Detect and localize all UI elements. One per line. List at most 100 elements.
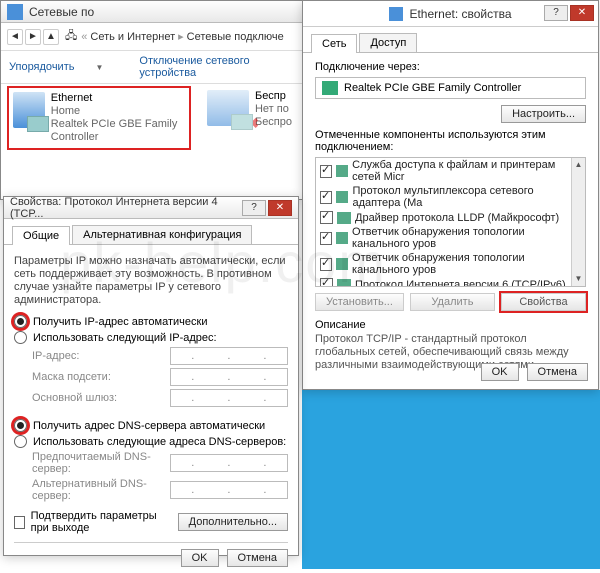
component-item[interactable]: Протокол мультиплексора сетевого адаптер…: [316, 184, 585, 210]
toolbar: Упорядочить▼ Отключение сетевого устройс…: [1, 51, 302, 84]
advanced-button[interactable]: Дополнительно...: [178, 513, 288, 531]
radio-auto-ip[interactable]: Получить IP-адрес автоматически: [14, 315, 288, 328]
protocol-icon: [337, 212, 351, 224]
components-listbox[interactable]: Служба доступа к файлам и принтерам сете…: [315, 157, 586, 287]
radio-auto-dns[interactable]: Получить адрес DNS-сервера автоматически: [14, 419, 288, 432]
nic-icon: [322, 81, 338, 95]
adapter-name: Ethernet: [51, 92, 185, 105]
adapter-status: Нет по: [255, 103, 292, 116]
cancel-button[interactable]: Отмена: [227, 549, 288, 567]
tab-general[interactable]: Общие: [12, 226, 70, 245]
gateway-input[interactable]: ...: [170, 389, 288, 407]
window-title: Ethernet: свойства: [409, 7, 511, 21]
tab-access[interactable]: Доступ: [359, 33, 417, 52]
net-icon: 🖧: [65, 27, 77, 46]
dns2-label: Альтернативный DNS-сервер:: [32, 478, 170, 502]
adapter-status: Home: [51, 105, 185, 118]
radio-icon[interactable]: [14, 435, 27, 448]
crumb-connections[interactable]: Сетевые подключе: [187, 31, 284, 43]
checkbox[interactable]: [320, 191, 332, 204]
ip-label: IP-адрес:: [32, 350, 170, 362]
back-button[interactable]: ◄: [7, 29, 23, 45]
controller-field: Realtek PCIe GBE Family Controller: [315, 77, 586, 99]
cancel-button[interactable]: Отмена: [527, 363, 588, 381]
connect-via-label: Подключение через:: [315, 61, 586, 73]
description-label: Описание: [315, 319, 586, 331]
breadcrumb[interactable]: ◄ ► ▲ 🖧 « Сеть и Интернет ▸ Сетевые подк…: [1, 23, 302, 51]
adapter-ethernet[interactable]: Ethernet Home Realtek PCIe GBE Family Co…: [11, 90, 187, 146]
mask-input[interactable]: ...: [170, 368, 288, 386]
protocol-icon: [336, 232, 348, 244]
dns1-input[interactable]: ...: [170, 454, 288, 472]
controller-name: Realtek PCIe GBE Family Controller: [344, 82, 521, 94]
sort-menu[interactable]: Упорядочить▼: [9, 61, 121, 73]
mask-label: Маска подсети:: [32, 371, 170, 383]
remove-button[interactable]: Удалить: [410, 293, 495, 311]
adapter-card: Беспро: [255, 116, 292, 129]
window-title: Свойства: Протокол Интернета версии 4 (T…: [10, 196, 242, 220]
window-icon: [7, 4, 23, 20]
network-connections-window: Сетевые по ◄ ► ▲ 🖧 « Сеть и Интернет ▸ С…: [0, 0, 302, 200]
help-button[interactable]: ?: [544, 5, 568, 21]
disconnected-icon: ✖: [247, 115, 259, 132]
ok-button[interactable]: OK: [181, 549, 219, 567]
ok-button[interactable]: OK: [481, 363, 519, 381]
radio-icon[interactable]: [14, 331, 27, 344]
checkbox[interactable]: [320, 278, 333, 287]
radio-manual-dns[interactable]: Использовать следующие адреса DNS-сервер…: [14, 435, 288, 448]
components-label: Отмеченные компоненты используются этим …: [315, 129, 586, 153]
adapter-card: Realtek PCIe GBE Family Controller: [51, 118, 185, 144]
radio-manual-ip[interactable]: Использовать следующий IP-адрес:: [14, 331, 288, 344]
titlebar[interactable]: Сетевые по: [1, 1, 302, 23]
tabs: Сеть Доступ: [303, 27, 598, 53]
component-item[interactable]: Ответчик обнаружения топологии канальног…: [316, 225, 585, 251]
close-button[interactable]: ✕: [268, 200, 292, 216]
properties-button[interactable]: Свойства: [501, 293, 586, 311]
scroll-up[interactable]: ▲: [572, 158, 585, 172]
confirm-label: Подтвердить параметры при выходе: [31, 510, 178, 534]
ipv4-properties-window: Свойства: Протокол Интернета версии 4 (T…: [3, 196, 299, 556]
adapter-wireless[interactable]: ✖ Беспр Нет по Беспро: [207, 90, 292, 146]
scroll-down[interactable]: ▼: [572, 272, 585, 286]
radio-icon[interactable]: [14, 315, 27, 328]
adapter-name: Беспр: [255, 90, 292, 103]
component-item[interactable]: Служба доступа к файлам и принтерам сете…: [316, 158, 585, 184]
titlebar[interactable]: Свойства: Протокол Интернета версии 4 (T…: [4, 197, 298, 219]
checkbox[interactable]: [320, 165, 332, 178]
dns2-input[interactable]: ...: [170, 481, 288, 499]
titlebar[interactable]: Ethernet: свойства ? ✕: [303, 1, 598, 27]
tab-network[interactable]: Сеть: [311, 34, 357, 53]
tabs: Общие Альтернативная конфигурация: [4, 219, 298, 245]
desktop-background: [302, 390, 600, 569]
adapters-area: Ethernet Home Realtek PCIe GBE Family Co…: [1, 84, 302, 152]
gateway-label: Основной шлюз:: [32, 392, 170, 404]
dns1-label: Предпочитаемый DNS-сервер:: [32, 451, 170, 475]
ethernet-properties-window: Ethernet: свойства ? ✕ Сеть Доступ Подкл…: [302, 0, 599, 390]
component-item[interactable]: Ответчик обнаружения топологии канальног…: [316, 251, 585, 277]
window-icon: [389, 7, 403, 21]
protocol-icon: [337, 279, 351, 288]
service-icon: [336, 165, 348, 177]
disable-device[interactable]: Отключение сетевого устройства: [139, 55, 276, 79]
checkbox[interactable]: [320, 258, 332, 271]
checkbox[interactable]: [320, 211, 333, 224]
crumb-net[interactable]: Сеть и Интернет: [90, 31, 175, 43]
help-button[interactable]: ?: [242, 200, 266, 216]
install-button[interactable]: Установить...: [315, 293, 404, 311]
checkbox[interactable]: [320, 232, 332, 245]
configure-button[interactable]: Настроить...: [501, 105, 586, 123]
component-item[interactable]: Протокол Интернета версии 6 (TCP/IPv6): [316, 277, 585, 287]
tab-alternate[interactable]: Альтернативная конфигурация: [72, 225, 252, 244]
intro-text: Параметры IP можно назначать автоматичес…: [14, 255, 288, 307]
forward-button[interactable]: ►: [25, 29, 41, 45]
window-title: Сетевые по: [29, 5, 94, 19]
protocol-icon: [336, 191, 349, 203]
ip-input[interactable]: ...: [170, 347, 288, 365]
scrollbar[interactable]: ▲▼: [571, 158, 585, 286]
radio-icon[interactable]: [14, 419, 27, 432]
up-button[interactable]: ▲: [43, 29, 59, 45]
close-button[interactable]: ✕: [570, 5, 594, 21]
ethernet-icon: [13, 92, 45, 128]
component-item[interactable]: Драйвер протокола LLDP (Майкрософт): [316, 210, 585, 225]
confirm-checkbox[interactable]: [14, 516, 25, 529]
